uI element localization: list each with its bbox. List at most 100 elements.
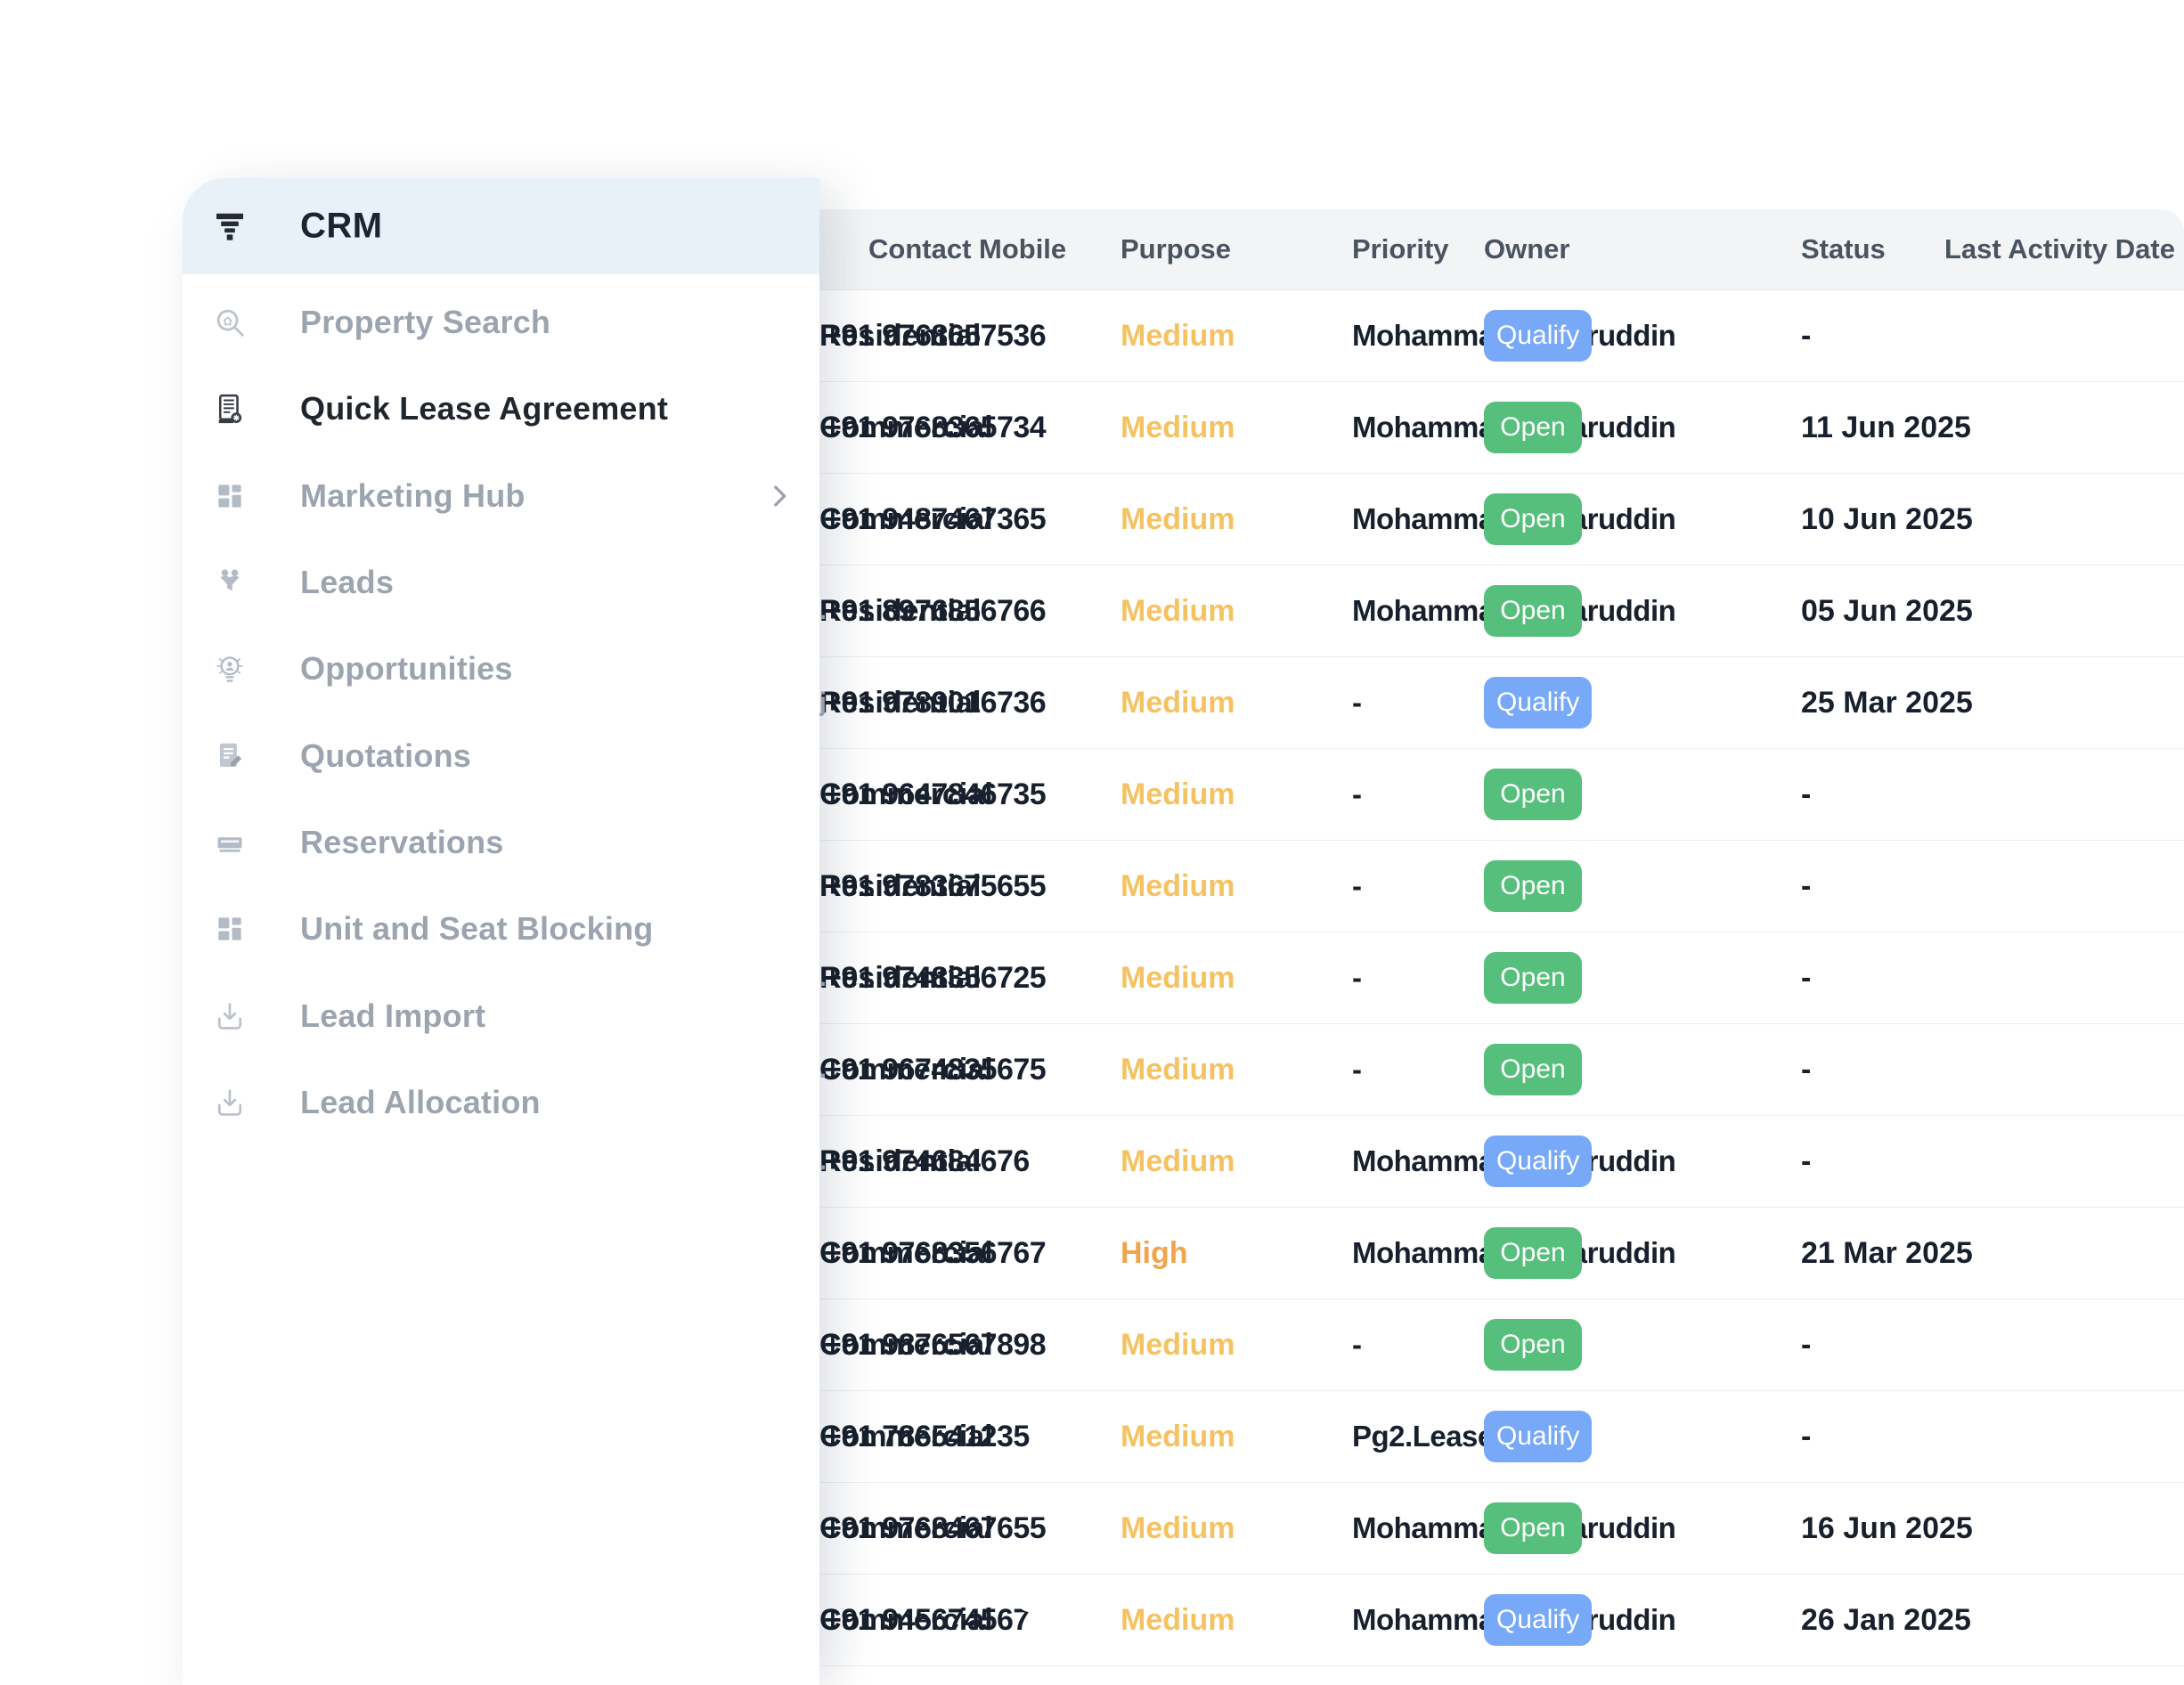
- chevron-right-icon: [764, 481, 795, 511]
- column-header-owner: Owner: [1484, 233, 1801, 265]
- sidebar-item-label: Opportunities: [300, 650, 513, 688]
- sidebar-item-lead-import[interactable]: Lead Import: [183, 980, 819, 1053]
- status-badge[interactable]: Open: [1484, 1319, 1582, 1371]
- cell-last-activity-date: 26 Jan 2025: [1801, 1603, 1944, 1638]
- table-row[interactable]: u. +91 9674835675 Commercial Medium - Op…: [775, 1024, 2184, 1116]
- sidebar-item-label: Lead Import: [300, 997, 485, 1035]
- cell-priority: Medium: [1121, 1053, 1352, 1087]
- cell-status: Open: [1484, 1502, 1801, 1554]
- cell-status: Open: [1484, 402, 1801, 453]
- table-row[interactable]: +91 945674567 Commercial Medium Mohammad…: [775, 1575, 2184, 1666]
- cell-status: Open: [1484, 952, 1801, 1004]
- cell-owner: Pg2.Leasegoto: [1352, 1420, 1484, 1453]
- grid-icon: [213, 479, 247, 513]
- cell-priority: Medium: [1121, 1511, 1352, 1546]
- sidebar-item-reservations[interactable]: Reservations: [183, 806, 819, 879]
- cell-last-activity-date: -: [1801, 1144, 1944, 1179]
- sidebar-item-leads[interactable]: Leads: [183, 546, 819, 619]
- quotation-document-icon: [213, 739, 247, 773]
- cell-owner: Mohammad Azharuddin: [1352, 319, 1484, 353]
- cell-last-activity-date: -: [1801, 777, 1944, 812]
- status-badge[interactable]: Open: [1484, 1502, 1582, 1554]
- column-header-status: Status: [1801, 233, 1944, 265]
- table-row[interactable]: +91 9768356767 Commercial High Mohammad …: [775, 1208, 2184, 1299]
- status-badge[interactable]: Open: [1484, 1227, 1582, 1279]
- cell-status: Open: [1484, 1044, 1801, 1095]
- filter-funnel-icon: [213, 209, 247, 243]
- grid-icon: [213, 912, 247, 946]
- cell-purpose: Residential: [819, 686, 1121, 720]
- cell-priority: Medium: [1121, 594, 1352, 629]
- table-row[interactable]: .. +91 974684676 Residential Medium Moha…: [775, 1116, 2184, 1208]
- table-body: +91 9768657536 Residential Medium Mohamm…: [775, 290, 2184, 1666]
- cell-owner: -: [1352, 1328, 1484, 1362]
- table-row[interactable]: +91 9783675655 Residential Medium - Open…: [775, 841, 2184, 932]
- status-badge[interactable]: Open: [1484, 769, 1582, 820]
- sidebar-item-label: Lead Allocation: [300, 1084, 541, 1121]
- status-badge[interactable]: Open: [1484, 1044, 1582, 1095]
- sidebar-item-property-search[interactable]: Property Search: [183, 286, 819, 359]
- status-badge[interactable]: Open: [1484, 493, 1582, 545]
- cell-priority: Medium: [1121, 319, 1352, 354]
- table-row[interactable]: +91 9876567898 Commercial Medium - Open …: [775, 1299, 2184, 1391]
- table-row[interactable]: +91 9768657536 Residential Medium Mohamm…: [775, 290, 2184, 382]
- sidebar-item-opportunities[interactable]: Opportunities: [183, 632, 819, 705]
- sidebar-item-unit-and-seat-blocking[interactable]: Unit and Seat Blocking: [183, 892, 819, 965]
- status-badge[interactable]: Open: [1484, 952, 1582, 1004]
- cell-status: Open: [1484, 585, 1801, 637]
- crm-sidebar-menu: CRM Property Search Quick Lease Agreemen…: [183, 178, 819, 1685]
- cell-owner: -: [1352, 869, 1484, 903]
- cell-priority: Medium: [1121, 777, 1352, 812]
- cell-status: Open: [1484, 769, 1801, 820]
- column-header-purpose: Purpose: [1121, 233, 1352, 265]
- cell-last-activity-date: -: [1801, 869, 1944, 904]
- sidebar-item-label: Marketing Hub: [300, 477, 526, 515]
- table-row[interactable]: +91 9647846735 Commercial Medium - Open …: [775, 749, 2184, 841]
- cell-status: Open: [1484, 860, 1801, 912]
- status-badge[interactable]: Open: [1484, 585, 1582, 637]
- cell-status: Qualify: [1484, 1136, 1801, 1187]
- property-search-icon: [213, 305, 247, 339]
- cell-status: Qualify: [1484, 677, 1801, 729]
- table-row[interactable]: +91 786541235 Commercial Medium Pg2.Leas…: [775, 1391, 2184, 1483]
- sidebar-header-crm[interactable]: CRM: [183, 178, 819, 274]
- status-badge[interactable]: Qualify: [1484, 1411, 1592, 1462]
- cell-status: Open: [1484, 1227, 1801, 1279]
- cell-priority: Medium: [1121, 869, 1352, 904]
- cell-last-activity-date: 11 Jun 2025: [1801, 411, 1944, 445]
- cell-purpose: Residential: [819, 961, 1121, 996]
- cell-last-activity-date: -: [1801, 1328, 1944, 1363]
- cell-owner: Mohammad Azharuddin: [1352, 1236, 1484, 1270]
- cell-priority: Medium: [1121, 502, 1352, 537]
- sidebar-item-quotations[interactable]: Quotations: [183, 720, 819, 793]
- cell-last-activity-date: 05 Jun 2025: [1801, 594, 1944, 629]
- cell-purpose: Residential: [819, 594, 1121, 629]
- sidebar-item-label: Leads: [300, 564, 394, 601]
- table-row[interactable]: j +91 9789016736 Residential Medium - Qu…: [775, 657, 2184, 749]
- sidebar-item-quick-lease-agreement[interactable]: Quick Lease Agreement: [183, 372, 819, 445]
- cell-purpose: Commercial: [819, 777, 1121, 812]
- cell-owner: Mohammad Azharuddin: [1352, 411, 1484, 444]
- cell-priority: Medium: [1121, 961, 1352, 996]
- table-row[interactable]: a. +91 8976856766 Residential Medium Moh…: [775, 566, 2184, 657]
- cell-last-activity-date: -: [1801, 319, 1944, 354]
- table-row[interactable]: +91 9487467365 Commercial Medium Mohamma…: [775, 474, 2184, 566]
- status-badge[interactable]: Qualify: [1484, 1594, 1592, 1646]
- cell-owner: Mohammad Azharuddin: [1352, 1144, 1484, 1178]
- table-row[interactable]: o. +91 9748356725 Residential Medium - O…: [775, 932, 2184, 1024]
- table-row[interactable]: +91 9768365734 Commercial Medium Mohamma…: [775, 382, 2184, 474]
- opportunity-bulb-icon: [213, 652, 247, 686]
- status-badge[interactable]: Qualify: [1484, 677, 1592, 729]
- status-badge[interactable]: Open: [1484, 402, 1582, 453]
- sidebar-item-lead-allocation[interactable]: Lead Allocation: [183, 1066, 819, 1139]
- table-row[interactable]: +91 9768467655 Commercial Medium Mohamma…: [775, 1483, 2184, 1575]
- sidebar-item-label: Property Search: [300, 304, 550, 341]
- status-badge[interactable]: Qualify: [1484, 1136, 1592, 1187]
- sidebar-item-marketing-hub[interactable]: Marketing Hub: [183, 460, 819, 533]
- cell-priority: Medium: [1121, 1420, 1352, 1454]
- column-header-last-activity-date: Last Activity Date: [1944, 233, 2184, 265]
- status-badge[interactable]: Qualify: [1484, 310, 1592, 362]
- cell-status: Open: [1484, 1319, 1801, 1371]
- cell-owner: -: [1352, 686, 1484, 720]
- status-badge[interactable]: Open: [1484, 860, 1582, 912]
